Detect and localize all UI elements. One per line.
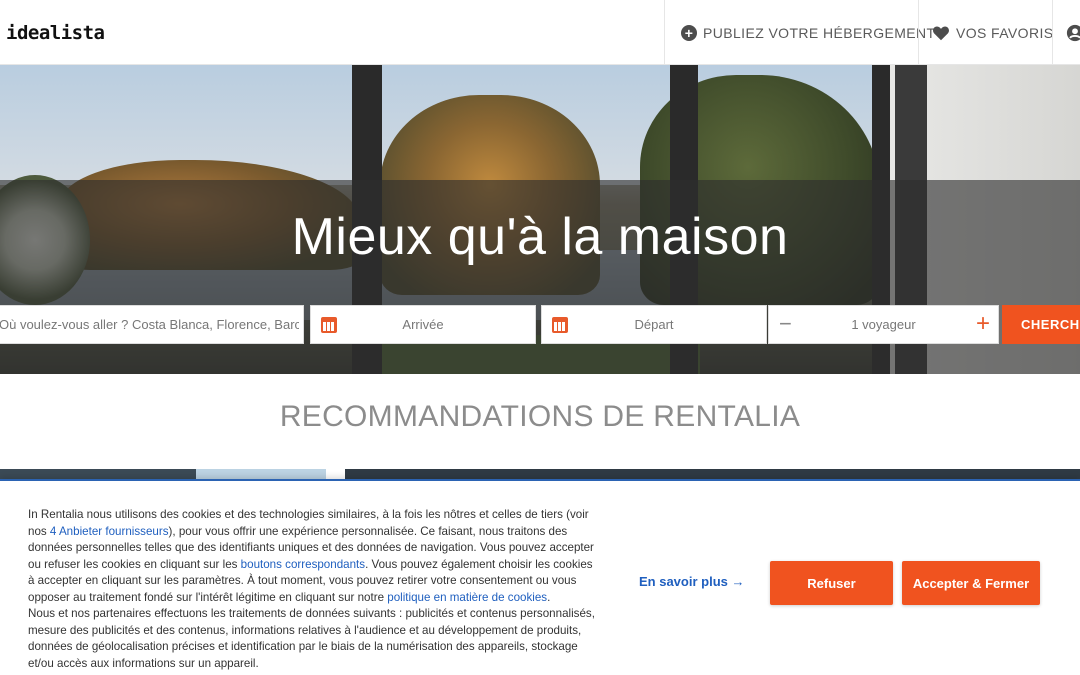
cookie-text-part: . (547, 590, 551, 604)
nav-separator (1052, 0, 1053, 65)
guests-stepper[interactable]: − 1 voyageur + (768, 305, 999, 344)
recommendation-card-edge[interactable] (345, 469, 1080, 479)
destination-placeholder: Où voulez-vous aller ? Costa Blanca, Flo… (0, 317, 299, 332)
learn-more-link[interactable]: En savoir plus → (639, 574, 744, 589)
buttons-link[interactable]: boutons correspondants (241, 558, 365, 571)
guests-value: 1 voyageur (851, 317, 916, 332)
arrival-label: Arrivée (402, 317, 444, 332)
accept-close-button[interactable]: Accepter & Fermer (902, 561, 1040, 605)
publish-listing-link[interactable]: + PUBLIEZ VOTRE HÉBERGEMENT (681, 0, 935, 65)
recommendation-card-edge[interactable] (0, 469, 196, 479)
departure-label: Départ (634, 317, 674, 332)
search-button[interactable]: CHERCHER (1002, 305, 1080, 344)
calendar-icon (552, 317, 568, 333)
nav-separator (918, 0, 919, 65)
refuse-button[interactable]: Refuser (770, 561, 893, 605)
idealista-logo[interactable]: idealista (6, 22, 105, 44)
cookie-text-part: Nous et nos partenaires effectuons les t… (28, 607, 595, 670)
publish-listing-label: PUBLIEZ VOTRE HÉBERGEMENT (703, 24, 936, 41)
plus-circle-icon: + (681, 24, 697, 41)
destination-input[interactable]: Où voulez-vous aller ? Costa Blanca, Flo… (0, 305, 304, 344)
favorites-label: VOS FAVORIS (956, 24, 1054, 41)
cookie-policy-link[interactable]: politique en matière de cookies (387, 591, 547, 604)
arrival-date-field[interactable]: Arrivée (310, 305, 536, 344)
calendar-icon (321, 317, 337, 333)
site-header: idealista + PUBLIEZ VOTRE HÉBERGEMENT VO… (0, 0, 1080, 65)
cookie-text: In Rentalia nous utilisons des cookies e… (28, 507, 600, 672)
cookie-banner: In Rentalia nous utilisons des cookies e… (0, 479, 1080, 675)
plus-icon[interactable]: + (976, 312, 990, 336)
user-icon (1066, 24, 1080, 42)
heart-icon (932, 25, 950, 41)
minus-icon[interactable]: − (779, 313, 792, 335)
account-button[interactable] (1066, 0, 1080, 65)
departure-date-field[interactable]: Départ (541, 305, 767, 344)
vendors-link[interactable]: 4 Anbieter fournisseurs (50, 525, 169, 538)
nav-separator (664, 0, 665, 65)
favorites-link[interactable]: VOS FAVORIS (932, 0, 1054, 65)
hero-title: Mieux qu'à la maison (291, 208, 789, 266)
hero-banner: Mieux qu'à la maison Où voulez-vous alle… (0, 65, 1080, 374)
recommendation-card-edge[interactable] (196, 469, 326, 479)
recommendations-title: RECOMMANDATIONS DE RENTALIA (279, 400, 801, 433)
